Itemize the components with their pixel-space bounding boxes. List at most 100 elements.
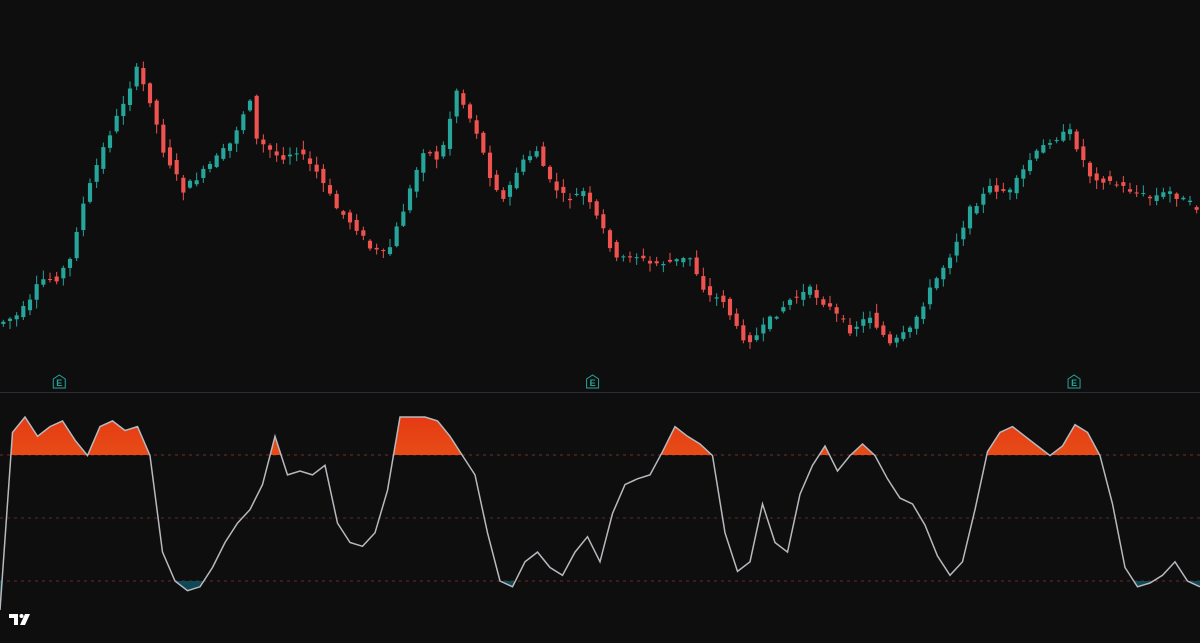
candle-down bbox=[887, 334, 893, 344]
candle-up bbox=[294, 153, 299, 155]
candle-up bbox=[27, 299, 33, 311]
candle-up bbox=[1014, 177, 1019, 194]
candle-up bbox=[287, 154, 293, 157]
candle-up bbox=[574, 193, 579, 196]
candle-down bbox=[361, 230, 366, 236]
candle-up bbox=[7, 318, 13, 321]
candle-down bbox=[1081, 146, 1086, 161]
candle-down bbox=[874, 312, 879, 328]
candle-down bbox=[594, 201, 599, 216]
candle-up bbox=[121, 103, 126, 117]
candle-up bbox=[34, 284, 39, 300]
candle-down bbox=[1121, 182, 1126, 186]
earnings-badge-label: E bbox=[590, 378, 596, 388]
candle-down bbox=[694, 257, 699, 275]
candle-down bbox=[1001, 189, 1006, 191]
candle-down bbox=[167, 147, 173, 166]
candle-up bbox=[221, 148, 226, 159]
candle-up bbox=[227, 143, 233, 151]
candle-down bbox=[707, 286, 713, 296]
candle-down bbox=[1107, 176, 1113, 181]
candle-up bbox=[781, 307, 786, 312]
candle-up bbox=[81, 203, 86, 231]
candle-up bbox=[907, 327, 913, 332]
candle-up bbox=[854, 326, 859, 329]
candle-up bbox=[954, 241, 959, 256]
candle-up bbox=[861, 319, 866, 326]
candle-down bbox=[267, 145, 273, 150]
candle-up bbox=[967, 206, 973, 229]
candle-up bbox=[581, 191, 586, 197]
candle-down bbox=[667, 259, 673, 262]
candle-down bbox=[881, 325, 886, 335]
candle-up bbox=[214, 155, 219, 168]
candle-down bbox=[141, 68, 146, 85]
candle-up bbox=[201, 168, 206, 178]
candle-up bbox=[107, 135, 113, 148]
candle-down bbox=[1147, 196, 1153, 199]
candle-down bbox=[1127, 189, 1133, 192]
earnings-badge-label: E bbox=[56, 378, 62, 388]
candle-up bbox=[114, 115, 119, 132]
candle-up bbox=[661, 264, 666, 266]
candle-up bbox=[407, 188, 413, 211]
candle-up bbox=[761, 324, 766, 334]
candle-up bbox=[981, 193, 986, 205]
candle-down bbox=[54, 276, 59, 282]
candle-up bbox=[454, 90, 459, 117]
candle-up bbox=[921, 306, 926, 320]
candle-down bbox=[1134, 192, 1139, 194]
candle-down bbox=[261, 139, 266, 145]
candle-down bbox=[314, 164, 319, 172]
candle-up bbox=[234, 130, 239, 144]
candle-down bbox=[481, 132, 486, 153]
candle-down bbox=[841, 318, 846, 320]
candle-up bbox=[507, 184, 513, 197]
candle-up bbox=[1007, 189, 1013, 193]
candle-down bbox=[501, 190, 506, 199]
candle-up bbox=[61, 267, 66, 279]
candle-up bbox=[1034, 150, 1039, 159]
candle-down bbox=[814, 290, 819, 298]
candle-down bbox=[494, 174, 499, 191]
candle-down bbox=[1194, 207, 1199, 210]
tradingview-logo-icon[interactable] bbox=[8, 612, 32, 628]
candle-up bbox=[774, 316, 779, 319]
candle-down bbox=[747, 335, 753, 343]
candle-down bbox=[567, 198, 573, 201]
candle-up bbox=[714, 297, 719, 299]
candle-up bbox=[801, 291, 806, 300]
price-chart[interactable]: EEE bbox=[0, 0, 1200, 643]
candle-down bbox=[274, 151, 279, 156]
candle-up bbox=[1187, 200, 1193, 203]
candle-down bbox=[547, 166, 553, 180]
candle-up bbox=[441, 144, 446, 157]
candle-up bbox=[1167, 191, 1173, 194]
candle-up bbox=[447, 118, 453, 149]
chart-background bbox=[0, 0, 1200, 643]
candle-down bbox=[834, 307, 839, 314]
candle-down bbox=[794, 296, 799, 298]
candle-up bbox=[787, 299, 793, 305]
candle-down bbox=[374, 247, 379, 250]
candle-up bbox=[534, 151, 539, 157]
candle-down bbox=[727, 298, 733, 316]
candle-up bbox=[194, 180, 199, 185]
candle-down bbox=[461, 93, 466, 105]
candle-up bbox=[941, 267, 946, 280]
candle-down bbox=[721, 295, 726, 303]
candle-up bbox=[1061, 131, 1066, 141]
candle-up bbox=[74, 232, 79, 259]
candle-down bbox=[847, 324, 853, 334]
candle-down bbox=[994, 185, 999, 192]
candle-up bbox=[414, 169, 419, 192]
candle-down bbox=[541, 146, 546, 166]
candle-down bbox=[474, 120, 479, 134]
candle-up bbox=[241, 114, 246, 131]
candle-up bbox=[187, 180, 193, 188]
candle-up bbox=[1161, 192, 1166, 197]
candle-down bbox=[821, 299, 826, 305]
candle-up bbox=[1054, 139, 1059, 142]
candle-up bbox=[687, 258, 693, 260]
candle-up bbox=[41, 279, 46, 285]
